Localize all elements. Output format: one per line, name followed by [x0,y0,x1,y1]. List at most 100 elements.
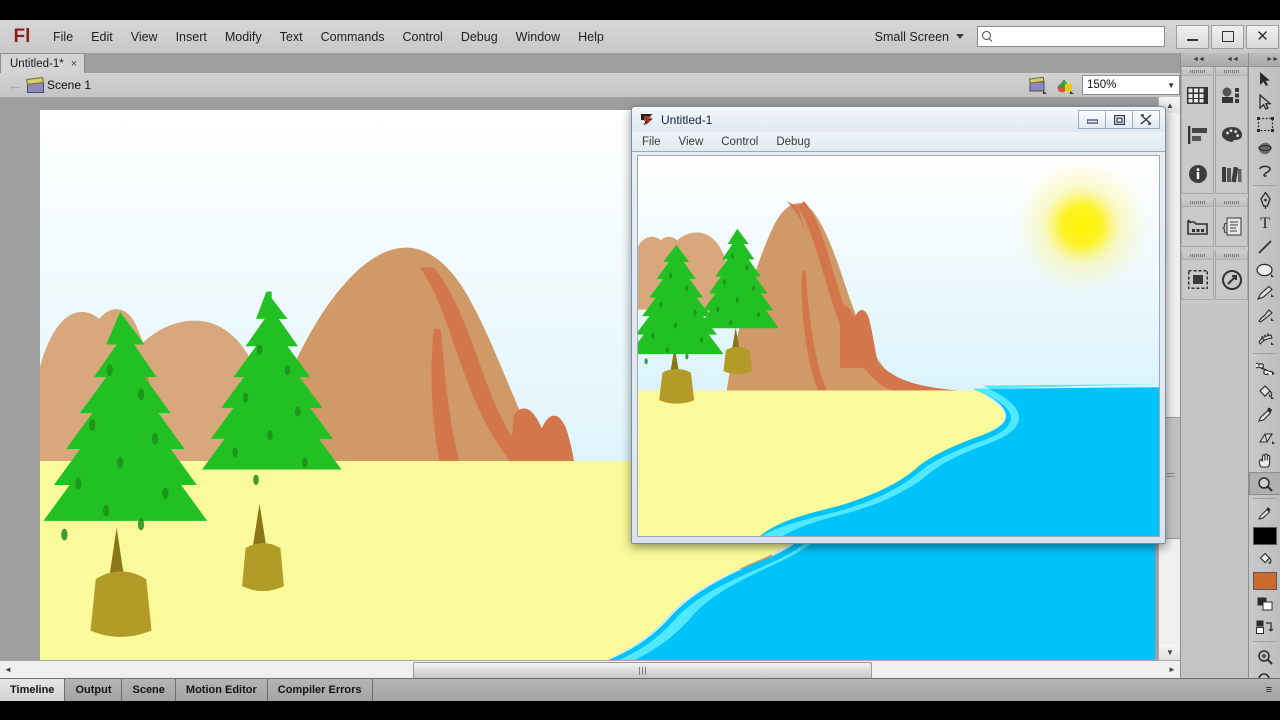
panel-grip-icon[interactable] [1216,198,1247,207]
panel-grip-icon[interactable] [1216,67,1247,76]
dock-group-a2 [1181,198,1214,247]
edit-symbols-icon[interactable] [1055,77,1075,94]
menu-insert[interactable]: Insert [167,26,216,48]
workspace-switcher[interactable]: Small Screen [866,27,973,47]
close-icon[interactable]: × [71,58,77,70]
scroll-down-button[interactable]: ▼ [1159,644,1181,660]
scroll-right-button[interactable]: ► [1164,661,1180,678]
components-panel-icon[interactable] [1216,154,1247,193]
back-arrow-icon[interactable]: ← [6,76,24,94]
horizontal-scroll-thumb[interactable] [413,662,872,679]
info-panel-icon[interactable] [1182,154,1213,193]
edit-scene-icon[interactable] [1028,76,1048,94]
menu-help[interactable]: Help [569,26,613,48]
deco-tool[interactable] [1249,327,1280,350]
stroke-color-swatch[interactable] [1253,527,1277,545]
tools-divider [1253,641,1277,642]
maximize-icon [1221,31,1234,42]
align-panel-icon[interactable] [1182,115,1213,154]
selection-tool[interactable] [1249,67,1280,90]
window-maximize-button[interactable] [1211,24,1244,49]
collapse-right-icon[interactable]: ►► [1266,56,1279,63]
bottom-tab-compiler-errors[interactable]: Compiler Errors [267,679,373,701]
preview-window-controls [1078,110,1165,129]
menu-control[interactable]: Control [394,26,452,48]
dock-column-a [1181,67,1214,304]
bottom-tab-motion-editor[interactable]: Motion Editor [175,679,268,701]
brush-tool[interactable] [1249,304,1280,327]
zoom-level-select[interactable]: 150% ▼ [1082,75,1180,95]
restore-icon [1113,114,1125,125]
window-close-button[interactable]: ✕ [1246,24,1279,49]
pencil-tool[interactable] [1249,281,1280,304]
text-tool[interactable]: T [1249,212,1280,235]
stroke-color-picker[interactable] [1249,502,1280,525]
dock-collapse-header[interactable]: ◄◄ ◄◄ [1181,53,1249,67]
menu-edit[interactable]: Edit [82,26,122,48]
scene-name-label[interactable]: Scene 1 [47,78,91,92]
eyedropper-tool[interactable] [1249,403,1280,426]
tools-divider [1253,353,1277,354]
bottom-tab-scene[interactable]: Scene [122,679,176,701]
collapse-right-icon[interactable]: ◄◄ [1226,56,1239,63]
color-panel-icon[interactable] [1216,76,1247,115]
scroll-left-button[interactable]: ◄ [0,661,16,678]
menu-file[interactable]: File [44,26,82,48]
window-minimize-button[interactable] [1176,24,1209,49]
menu-view[interactable]: View [122,26,167,48]
panel-grip-icon[interactable] [1216,251,1247,260]
swap-colors-button[interactable] [1249,615,1280,638]
hand-tool[interactable] [1249,449,1280,472]
oval-tool[interactable] [1249,258,1280,281]
menu-debug[interactable]: Debug [452,26,507,48]
eraser-tool[interactable] [1249,426,1280,449]
preview-menu-view[interactable]: View [679,136,704,148]
free-transform-tool[interactable] [1249,113,1280,136]
preview-close-button[interactable] [1132,110,1160,129]
dock-group-a3 [1181,251,1214,300]
menu-commands[interactable]: Commands [312,26,394,48]
bottom-tab-output[interactable]: Output [65,679,123,701]
actions-panel-icon[interactable]: { [1216,207,1247,246]
preview-menu-file[interactable]: File [642,136,661,148]
preview-menu-debug[interactable]: Debug [776,136,810,148]
swatches-panel-icon[interactable] [1216,115,1247,154]
preview-menu-control[interactable]: Control [721,136,758,148]
menu-modify[interactable]: Modify [216,26,271,48]
flash-player-preview-window[interactable]: Untitled-1 File View Control Debug [631,106,1166,544]
library-panel-icon[interactable] [1182,207,1213,246]
stage-horizontal-scrollbar[interactable]: ◄ ► [0,660,1180,679]
subselection-tool[interactable] [1249,90,1280,113]
lasso-tool[interactable] [1249,159,1280,182]
tools-collapse-header[interactable]: ►► [1249,53,1280,67]
menu-text[interactable]: Text [271,26,312,48]
panel-grip-icon[interactable] [1182,67,1213,76]
3d-rotation-tool[interactable] [1249,136,1280,159]
line-tool[interactable] [1249,235,1280,258]
movie-explorer-icon[interactable] [1182,260,1213,299]
panel-grip-icon[interactable] [1182,198,1213,207]
panel-grip-icon[interactable] [1182,251,1213,260]
menu-window[interactable]: Window [507,26,569,48]
fill-color-picker[interactable] [1249,547,1280,570]
zoom-in-option[interactable] [1249,645,1280,668]
fill-color-swatch[interactable] [1253,572,1277,590]
pen-tool[interactable] [1249,189,1280,212]
search-input[interactable] [996,29,1160,44]
paint-bucket-tool[interactable] [1249,380,1280,403]
bone-tool[interactable] [1249,357,1280,380]
behaviors-panel-icon[interactable] [1216,260,1247,299]
preview-restore-button[interactable] [1105,110,1133,129]
properties-panel-icon[interactable] [1182,76,1213,115]
preview-window-title-bar[interactable]: Untitled-1 [632,107,1165,132]
zoom-tool[interactable] [1249,472,1280,495]
collapse-left-icon[interactable]: ◄◄ [1192,56,1205,63]
panel-options-menu-icon[interactable]: ≡ [1257,679,1280,701]
document-tab-untitled-1[interactable]: Untitled-1* × [0,53,86,73]
bottom-tab-timeline[interactable]: Timeline [0,679,66,701]
black-and-white-button[interactable] [1249,592,1280,615]
preview-stage[interactable] [637,155,1160,537]
preview-minimize-button[interactable] [1078,110,1106,129]
search-box[interactable] [977,26,1165,47]
dock-group-a1 [1181,67,1214,194]
